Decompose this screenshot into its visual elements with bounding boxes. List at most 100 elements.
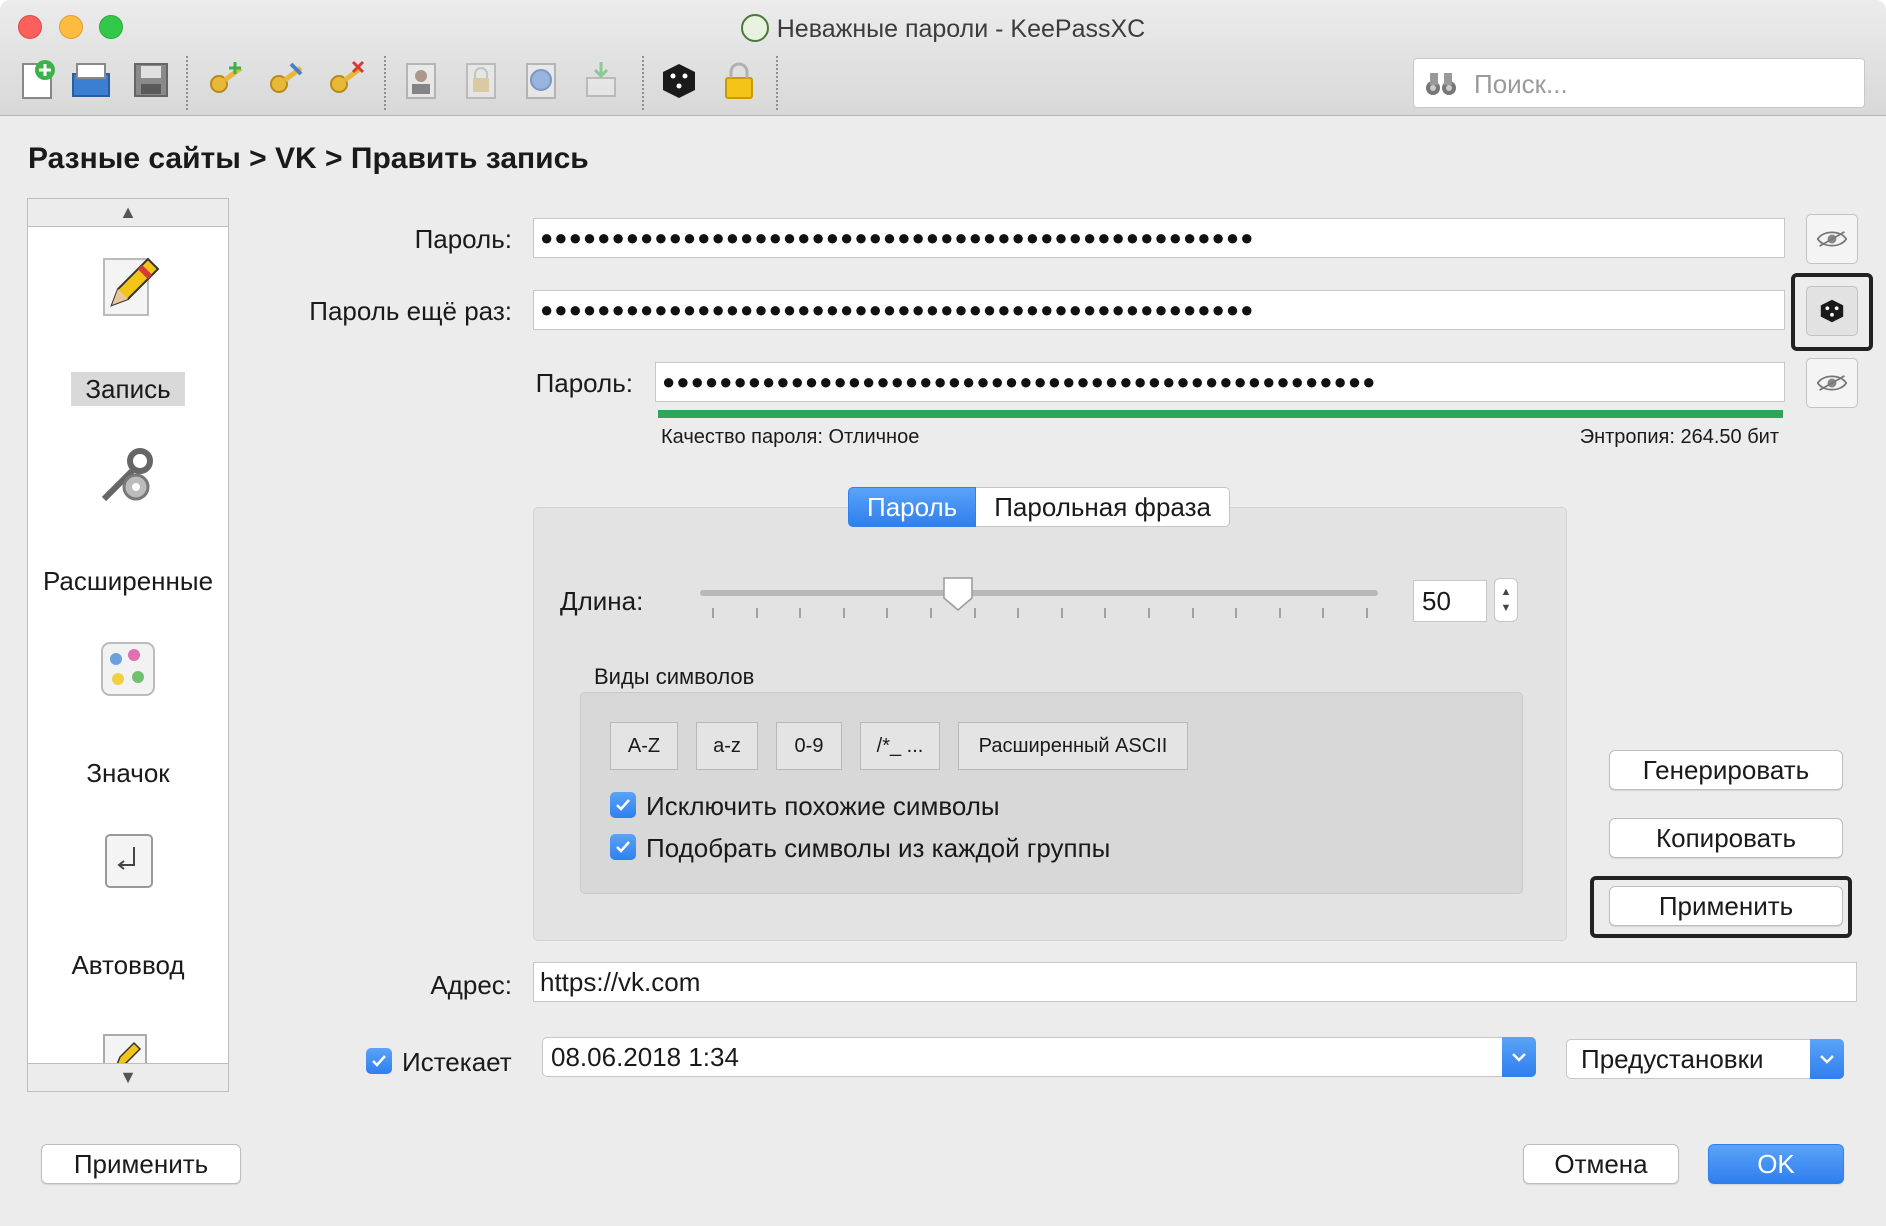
add-entry-icon[interactable] [204, 56, 250, 104]
password-repeat-value: ●●●●●●●●●●●●●●●●●●●●●●●●●●●●●●●●●●●●●●●●… [540, 297, 1255, 322]
toolbar-separator [186, 56, 188, 110]
eye-icon [1816, 231, 1848, 247]
password-generator-icon[interactable] [656, 56, 702, 104]
copy-button[interactable]: Копировать [1609, 818, 1843, 858]
stepper-up-icon[interactable]: ▲ [1501, 584, 1512, 600]
generator-mode-tabs: Пароль Парольная фраза [848, 487, 1230, 527]
delete-entry-icon[interactable] [324, 56, 370, 104]
chevron-down-icon[interactable] [1502, 1037, 1536, 1077]
generate-button[interactable]: Генерировать [1609, 750, 1843, 790]
window-title: Неважные пароли - KeePassXC [0, 14, 1886, 44]
url-field[interactable]: https://vk.com [533, 962, 1857, 1002]
password-quality-text: Качество пароля: Отличное [661, 426, 920, 448]
edit-entry-sidebar: ▲ Запись Расширенные Значок Автоввод ▼ [27, 198, 229, 1092]
password-repeat-label: Пароль ещё раз: [309, 296, 512, 326]
length-spinbox[interactable]: 50 [1413, 580, 1487, 622]
new-database-icon[interactable] [16, 56, 62, 104]
tools-icon [101, 448, 153, 502]
expires-checkbox[interactable] [366, 1048, 392, 1074]
toggle-generated-visibility-button[interactable] [1806, 358, 1858, 408]
char-types-title: Виды символов [594, 664, 755, 689]
generate-password-toggle-button[interactable] [1806, 286, 1858, 336]
generated-password-label: Пароль: [535, 368, 633, 398]
sidebar-item-label: Запись [71, 372, 185, 406]
toolbar-separator [642, 56, 644, 110]
return-key-icon [105, 834, 153, 888]
length-slider-ticks [712, 608, 1368, 618]
toolbar-separator [384, 56, 386, 110]
lock-database-icon[interactable] [716, 56, 762, 104]
search-box[interactable] [1413, 58, 1865, 108]
password-quality-fill [658, 410, 1783, 418]
copy-password-icon[interactable] [458, 56, 504, 104]
sidebar-item-label: Значок [86, 758, 170, 788]
save-database-icon[interactable] [128, 56, 174, 104]
length-slider-thumb[interactable] [942, 576, 974, 612]
tab-passphrase[interactable]: Парольная фраза [976, 487, 1230, 527]
password-label: Пароль: [414, 224, 512, 254]
length-stepper[interactable]: ▲ ▼ [1494, 578, 1518, 622]
expires-datetime-picker[interactable]: 08.06.2018 1:34 [542, 1037, 1536, 1077]
password-repeat-field[interactable]: ●●●●●●●●●●●●●●●●●●●●●●●●●●●●●●●●●●●●●●●●… [533, 290, 1785, 330]
edit-entry-icon[interactable] [264, 56, 310, 104]
exclude-similar-checkbox[interactable] [610, 792, 636, 818]
copy-username-icon[interactable] [398, 56, 444, 104]
title-toolbar-area: Неважные пароли - KeePassXC [0, 0, 1886, 116]
sidebar-item-icon[interactable]: Значок [28, 613, 228, 803]
chevron-down-icon[interactable] [1810, 1039, 1844, 1079]
eye-icon [1816, 375, 1848, 391]
sidebar-item-label: Расширенные [42, 566, 214, 596]
search-input[interactable] [1474, 67, 1854, 101]
footer-apply-button[interactable]: Применить [41, 1144, 241, 1184]
length-slider-track[interactable] [700, 590, 1378, 596]
generated-password-field[interactable]: ●●●●●●●●●●●●●●●●●●●●●●●●●●●●●●●●●●●●●●●●… [655, 362, 1785, 402]
toolbar-separator [776, 56, 778, 110]
scroll-up-button[interactable]: ▲ [28, 199, 228, 227]
cancel-button[interactable]: Отмена [1523, 1144, 1679, 1184]
checkmark-icon [616, 841, 630, 853]
password-value: ●●●●●●●●●●●●●●●●●●●●●●●●●●●●●●●●●●●●●●●●… [540, 225, 1255, 250]
autotype-icon[interactable] [578, 56, 624, 104]
url-label: Адрес: [430, 970, 512, 1000]
pencil-icon [103, 257, 160, 316]
tab-password[interactable]: Пароль [848, 487, 977, 527]
scroll-down-button[interactable]: ▼ [28, 1063, 228, 1091]
sidebar-item-entry[interactable]: Запись [28, 229, 228, 419]
sidebar-item-autotype[interactable]: Автоввод [28, 805, 228, 995]
checkmark-icon [372, 1055, 386, 1067]
password-quality-bar [658, 410, 1783, 418]
breadcrumb: Разные сайты > VK > Править запись [28, 142, 589, 175]
sidebar-partial-item-icon [102, 1033, 148, 1063]
window-title-text: Неважные пароли - KeePassXC [776, 15, 1146, 43]
presets-label: Предустановки [1581, 1043, 1764, 1074]
dice-icon [1820, 299, 1844, 323]
open-url-icon[interactable] [518, 56, 564, 104]
expires-value: 08.06.2018 1:34 [551, 1041, 739, 1072]
binoculars-icon [1426, 73, 1456, 95]
charset-special-button[interactable]: /*_ ... [860, 722, 940, 770]
presets-dropdown[interactable]: Предустановки [1566, 1039, 1844, 1079]
charset-extended-ascii-button[interactable]: Расширенный ASCII [958, 722, 1188, 770]
apply-generated-button[interactable]: Применить [1609, 886, 1843, 926]
sidebar-item-label: Автоввод [71, 950, 185, 980]
ok-button[interactable]: OK [1708, 1144, 1844, 1184]
keepassxc-window: Неважные пароли - KeePassXC Поиск... Раз… [0, 0, 1886, 1226]
length-label: Длина: [560, 586, 644, 616]
stepper-down-icon[interactable]: ▼ [1501, 600, 1512, 616]
every-group-checkbox[interactable] [610, 834, 636, 860]
every-group-label: Подобрать символы из каждой группы [646, 833, 1111, 863]
charset-lowercase-button[interactable]: a-z [696, 722, 758, 770]
expires-label: Истекает [402, 1047, 512, 1077]
charset-uppercase-button[interactable]: A-Z [610, 722, 678, 770]
toggle-password-visibility-button[interactable] [1806, 214, 1858, 264]
sidebar-item-advanced[interactable]: Расширенные [28, 421, 228, 611]
charset-digits-button[interactable]: 0-9 [776, 722, 842, 770]
password-entropy-text: Энтропия: 264.50 бит [1579, 426, 1779, 448]
generated-password-value: ●●●●●●●●●●●●●●●●●●●●●●●●●●●●●●●●●●●●●●●●… [662, 369, 1377, 394]
password-field[interactable]: ●●●●●●●●●●●●●●●●●●●●●●●●●●●●●●●●●●●●●●●●… [533, 218, 1785, 258]
checkmark-icon [616, 799, 630, 811]
keepassxc-logo-icon [740, 14, 769, 42]
exclude-similar-label: Исключить похожие символы [646, 791, 1000, 821]
palette-icon [101, 642, 155, 696]
open-database-icon[interactable] [68, 56, 114, 104]
